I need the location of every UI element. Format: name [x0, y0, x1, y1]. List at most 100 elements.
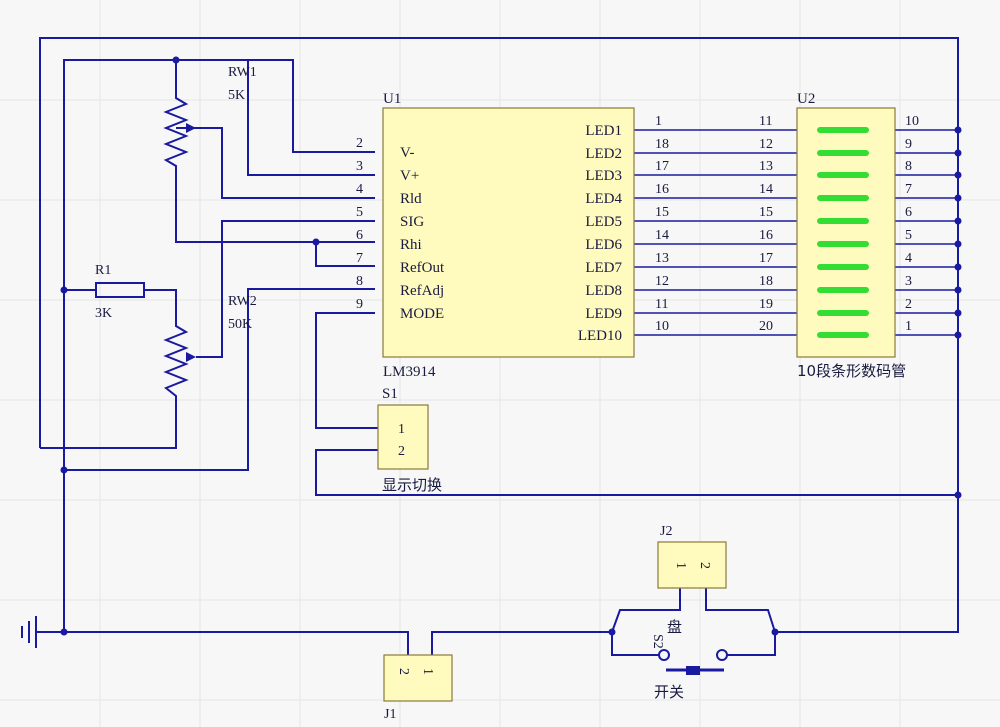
u2-pin-num: 5: [905, 228, 912, 243]
rw2-designator: RW2: [228, 294, 257, 309]
u1-pin-name: LED3: [585, 168, 622, 184]
wire-r1-right: [144, 289, 177, 318]
s1-designator: S1: [382, 386, 398, 402]
s2-contact-right: [716, 649, 728, 661]
wire-j1-pin1: [431, 631, 612, 655]
j1-connector: 2 1 J1: [383, 654, 453, 722]
u2-pin-num: 9: [905, 137, 912, 152]
s2-name: 开关: [654, 683, 684, 701]
r1-value: 3K: [95, 306, 112, 321]
s2-designator: S2: [650, 634, 665, 649]
u2-pin-num: 15: [759, 205, 773, 220]
wire-rhi: [175, 170, 375, 243]
s1-pin-num: 1: [398, 422, 405, 437]
u1-pin-name: RefOut: [400, 260, 445, 276]
u2-pin-num: 8: [905, 159, 912, 174]
rw1-potentiometer: RW1 5K: [163, 65, 257, 170]
u2-designator: U2: [797, 91, 815, 107]
r1-designator: R1: [95, 263, 111, 278]
u1-pin-num: 3: [356, 159, 363, 174]
u1-pin-num: 17: [655, 159, 669, 174]
s2-contact-left: [658, 649, 670, 661]
u1-pin-name: LED7: [585, 260, 622, 276]
s2-plunger: [686, 666, 700, 675]
u1-pin-num: 12: [655, 274, 669, 289]
u1-pin-name: MODE: [400, 306, 444, 322]
u2-led-bar: U2 10段条形数码管 11 12 13 14 15 16 17 18 19 2…: [759, 91, 919, 380]
rw2-potentiometer: RW2 50K: [163, 294, 257, 405]
u2-pin-num: 11: [759, 114, 772, 129]
u2-pin-num: 4: [905, 251, 912, 266]
u2-name: 10段条形数码管: [797, 362, 906, 380]
u2-pin-num: 2: [905, 297, 912, 312]
s2-extra-label: 盘: [667, 618, 682, 636]
u1-pin-num: 10: [655, 319, 669, 334]
u2-pin-num: 12: [759, 137, 773, 152]
u1-pin-num: 16: [655, 182, 669, 197]
j2-pin-num: 1: [673, 562, 688, 569]
u2-pin-num: 13: [759, 159, 773, 174]
u2-pin-num: 19: [759, 297, 773, 312]
u1-pin-name: V+: [400, 168, 419, 184]
u2-pin-num: 7: [905, 182, 912, 197]
u1-pin-num: 8: [356, 274, 363, 289]
u1-pin-name: LED8: [585, 283, 622, 299]
u2-pin-num: 1: [905, 319, 912, 334]
wire-rld: [176, 127, 375, 199]
j2-designator: J2: [660, 524, 672, 539]
u1-pin-num: 13: [655, 251, 669, 266]
rw1-value: 5K: [228, 88, 245, 103]
u2-pin-num: 16: [759, 228, 773, 243]
u2-pin-num: 17: [759, 251, 773, 266]
u2-pin-num: 3: [905, 274, 912, 289]
u1-pin-name: SIG: [400, 214, 424, 230]
u1-pin-name: LED4: [585, 191, 622, 207]
u1-pin-num: 5: [356, 205, 363, 220]
u1-pin-num: 15: [655, 205, 669, 220]
u2-pin-num: 18: [759, 274, 773, 289]
u1-pin-num: 6: [356, 228, 363, 243]
u1-pin-name: Rhi: [400, 237, 422, 253]
s1-name: 显示切换: [382, 476, 442, 494]
r1-resistor: R1 3K: [95, 263, 145, 321]
u1-pin-num: 9: [356, 297, 363, 312]
u1-pin-num: 4: [356, 182, 363, 197]
u1-pin-name: LED1: [585, 123, 622, 139]
j1-designator: J1: [384, 707, 396, 722]
u1-chip: U1 LM3914 2 3 4 5 6 7 8 9 V- V+ Rld SIG …: [356, 91, 669, 380]
s1-pin-num: 2: [398, 444, 405, 459]
j1-pin-num: 1: [420, 668, 435, 675]
u1-pin-name: LED2: [585, 146, 622, 162]
u2-pin-num: 10: [905, 114, 919, 129]
u1-pin-name: RefAdj: [400, 283, 444, 299]
u1-pin-num: 7: [356, 251, 363, 266]
u1-pin-name: LED5: [585, 214, 622, 230]
ground-icon: [21, 616, 42, 648]
u1-pin-num: 14: [655, 228, 669, 243]
u1-part-name: LM3914: [383, 364, 436, 380]
u1-pin-name: LED9: [585, 306, 622, 322]
wire-s2-right: [726, 632, 776, 656]
u1-pin-num: 1: [655, 114, 662, 129]
u2-pin-num: 6: [905, 205, 912, 220]
rw2-value: 50K: [228, 317, 252, 332]
j2-connector: J2 1 2: [657, 524, 727, 589]
j2-pin-num: 2: [697, 562, 712, 569]
u1-pin-num: 2: [356, 136, 363, 151]
u1-pin-name: Rld: [400, 191, 422, 207]
schematic-diagram: RW1 5K R1 3K RW2 50K U1 LM3914 2 3 4 5 6…: [0, 0, 1000, 727]
u1-pin-num: 11: [655, 297, 668, 312]
wire-refout: [315, 242, 375, 267]
wire-mode: [315, 312, 378, 429]
u1-pin-name: V-: [400, 145, 414, 161]
s2-power-switch: 盘 S2 开关: [650, 618, 728, 701]
u1-pin-name: LED10: [578, 328, 622, 344]
wire-ground-rail: [42, 631, 409, 655]
wire-vplus: [247, 60, 375, 176]
wire-rw2-bottom: [40, 405, 177, 449]
u1-pin-name: LED6: [585, 237, 622, 253]
s1-mode-switch: S1 1 2 显示切换: [377, 386, 442, 494]
u1-designator: U1: [383, 91, 401, 107]
u2-pin-num: 14: [759, 182, 773, 197]
u2-pin-num: 20: [759, 319, 773, 334]
